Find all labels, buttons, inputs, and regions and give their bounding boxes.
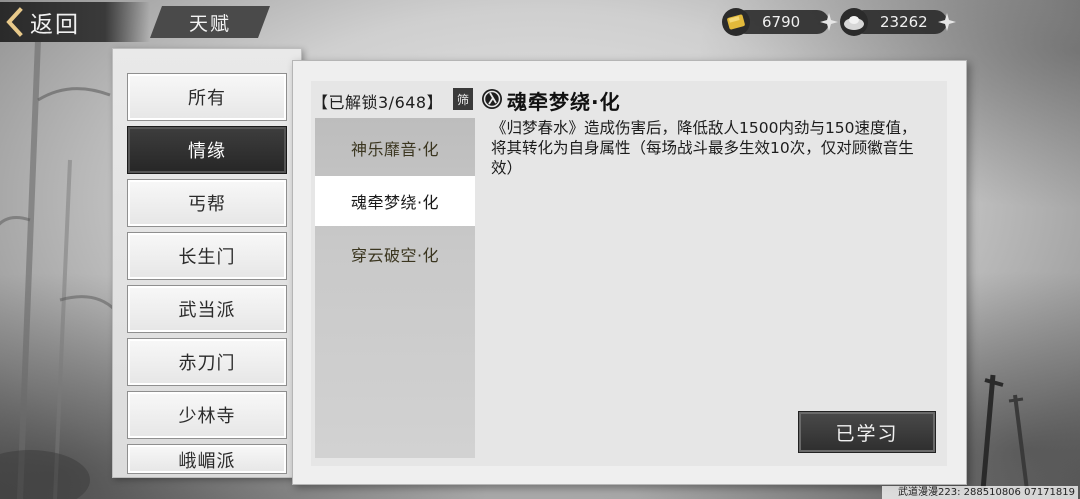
category-changshengmen[interactable]: 长生门 [127, 232, 287, 280]
page-title-tab: 天赋 [150, 6, 270, 38]
category-label: 武当派 [178, 300, 236, 321]
category-label: 所有 [188, 88, 226, 109]
talent-detail-title: 魂牵梦绕·化 [507, 90, 621, 114]
category-label: 长生门 [178, 247, 236, 268]
talent-item[interactable]: 神乐靡音·化 [315, 123, 475, 173]
add-silver-button[interactable] [936, 11, 958, 33]
back-label: 返回 [30, 12, 80, 38]
gold-ingot-icon [720, 7, 752, 37]
silver-currency: 23262 [838, 7, 958, 37]
filter-button[interactable]: 筛 [453, 88, 473, 110]
category-emeipai[interactable]: 峨嵋派 [127, 444, 287, 474]
filter-label: 筛 [456, 92, 469, 107]
category-chidaomen[interactable]: 赤刀门 [127, 338, 287, 386]
category-label: 丐帮 [188, 194, 226, 215]
category-list: 所有 情缘 丐帮 长生门 武当派 赤刀门 少林寺 峨嵋派 [127, 73, 289, 477]
talent-type-icon [481, 88, 503, 110]
gold-value: 6790 [762, 13, 801, 31]
talent-list[interactable]: 神乐靡音·化 魂牵梦绕·化 穿云破空·化 [315, 118, 475, 458]
silver-ingot-icon [838, 7, 870, 37]
talent-detail-description: 《归梦春水》造成伤害后，降低敌人1500内劲与150速度值，将其转化为自身属性（… [491, 119, 917, 177]
silver-value: 23262 [880, 13, 928, 31]
top-bar: 返回 天赋 6790 23262 [0, 0, 1080, 46]
page-title: 天赋 [188, 12, 231, 35]
category-all[interactable]: 所有 [127, 73, 287, 121]
category-shaolinsi[interactable]: 少林寺 [127, 391, 287, 439]
gold-currency: 6790 [720, 7, 840, 37]
category-qingyuan[interactable]: 情缘 [127, 126, 287, 174]
chevron-left-icon [0, 2, 30, 42]
category-gaibang[interactable]: 丐帮 [127, 179, 287, 227]
talent-label: 穿云破空·化 [350, 246, 440, 265]
back-button[interactable]: 返回 [0, 2, 150, 42]
category-label: 少林寺 [178, 406, 236, 427]
category-panel: 所有 情缘 丐帮 长生门 武当派 赤刀门 少林寺 峨嵋派 [112, 48, 302, 478]
bamboo-decoration [0, 40, 117, 499]
sword-decoration [980, 374, 1029, 490]
talent-item[interactable]: 穿云破空·化 [315, 229, 475, 279]
talent-item-selected[interactable]: 魂牵梦绕·化 [315, 176, 475, 226]
add-gold-button[interactable] [818, 11, 840, 33]
learned-button[interactable]: 已学习 [798, 411, 936, 453]
learned-button-label: 已学习 [835, 422, 899, 445]
talent-label: 神乐靡音·化 [350, 140, 440, 159]
category-label: 情缘 [188, 141, 226, 162]
category-wudangpai[interactable]: 武当派 [127, 285, 287, 333]
unlock-count: 【已解锁3/648】 [312, 93, 444, 112]
talent-label: 魂牵梦绕·化 [350, 193, 440, 212]
watermark: 武道漫漫223: 288510806 07171819 [882, 486, 1078, 499]
category-label: 峨嵋派 [178, 451, 236, 472]
category-label: 赤刀门 [178, 353, 236, 374]
